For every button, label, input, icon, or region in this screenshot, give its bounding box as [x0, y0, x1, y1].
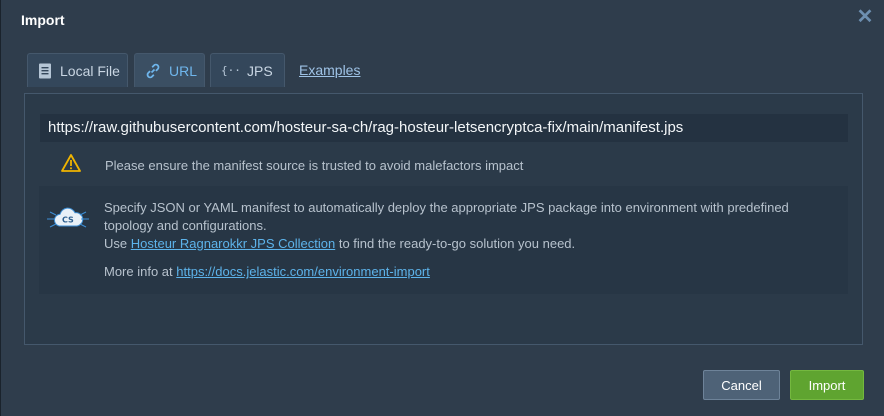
tab-url-label: URL — [169, 62, 198, 79]
svg-text:{···}: {···} — [221, 64, 239, 77]
svg-text:CS: CS — [62, 216, 74, 225]
manifest-url-input[interactable] — [40, 114, 848, 142]
info-box: CS Specify JSON or YAML manifest to auto… — [39, 186, 848, 294]
cs-icon: CS — [47, 206, 89, 237]
cancel-button[interactable]: Cancel — [703, 370, 780, 400]
dialog-title-bar: Import ✕ — [1, 0, 884, 38]
docs-link[interactable]: https://docs.jelastic.com/environment-im… — [176, 264, 430, 279]
link-icon — [145, 63, 161, 79]
warning-text: Please ensure the manifest source is tru… — [105, 158, 524, 173]
tab-jps-label: JPS — [247, 62, 273, 79]
tab-local-file-label: Local File — [60, 62, 120, 79]
import-dialog: Import ✕ Local File URL {···} JPS Exampl… — [0, 0, 884, 416]
examples-link[interactable]: Examples — [299, 62, 360, 78]
tab-url[interactable]: URL — [134, 53, 205, 87]
jps-collection-link[interactable]: Hosteur Ragnarokkr JPS Collection — [131, 236, 335, 251]
tab-jps[interactable]: {···} JPS — [210, 53, 285, 87]
info-description: Specify JSON or YAML manifest to automat… — [104, 200, 789, 233]
close-icon[interactable]: ✕ — [855, 7, 875, 27]
info-collection-line: Use Hosteur Ragnarokkr JPS Collection to… — [104, 236, 576, 251]
more-info-line: More info at https://docs.jelastic.com/e… — [104, 264, 430, 279]
dialog-title: Import — [21, 12, 65, 28]
info-text: Specify JSON or YAML manifest to automat… — [104, 199, 829, 281]
url-panel: Please ensure the manifest source is tru… — [24, 93, 863, 345]
warning-icon — [61, 154, 81, 177]
braces-icon: {···} — [221, 63, 239, 79]
file-icon — [38, 63, 52, 79]
tab-local-file[interactable]: Local File — [27, 53, 128, 87]
import-button[interactable]: Import — [790, 370, 864, 400]
